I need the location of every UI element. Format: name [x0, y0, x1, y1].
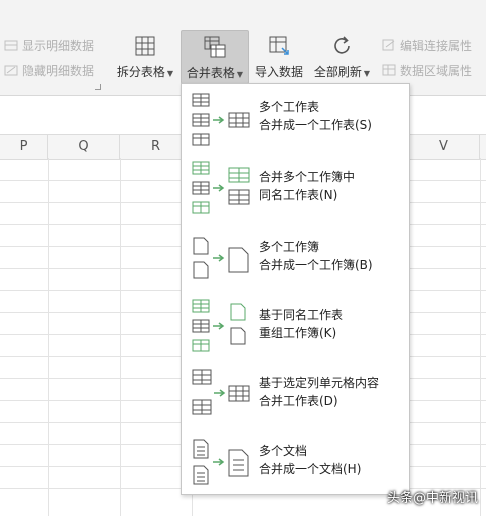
- range-property-button[interactable]: 数据区域属性: [382, 60, 472, 80]
- menu-item-line1: 基于同名工作表: [259, 308, 344, 322]
- split-table-icon: [135, 36, 155, 56]
- menu-item-line1: 多个文档: [259, 444, 308, 458]
- merge-by-column-icon: [192, 369, 250, 415]
- range-property-label: 数据区域属性: [400, 63, 473, 78]
- edit-connection-icon: [382, 39, 395, 51]
- import-data-button[interactable]: 导入数据: [251, 30, 307, 82]
- menu-item-line1: 多个工作簿: [259, 240, 320, 254]
- merge-table-button[interactable]: 合并表格 ▼: [181, 30, 249, 84]
- grid-line: [48, 158, 49, 516]
- menu-item-line2: 合并成一个文档(H): [259, 462, 362, 476]
- show-detail-icon: [4, 40, 18, 51]
- menu-item-line2: 同名工作表(N): [259, 188, 338, 202]
- refresh-all-label: 全部刷新: [313, 65, 362, 79]
- menu-item-merge-by-column[interactable]: 基于选定列单元格内容 合并工作表(D): [182, 360, 409, 426]
- import-data-label: 导入数据: [254, 65, 303, 79]
- import-data-icon: [269, 36, 289, 55]
- menu-item-line1: 多个工作表: [259, 100, 320, 114]
- menu-item-line1: 基于选定列单元格内容: [259, 376, 380, 390]
- chevron-down-icon: ▼: [166, 69, 174, 78]
- edit-connection-button[interactable]: 编辑连接属性: [382, 35, 472, 55]
- menu-item-merge-sheets[interactable]: 多个工作表 合并成一个工作表(S): [182, 86, 409, 152]
- merge-same-name-sheets-icon: [192, 161, 250, 214]
- range-property-icon: [382, 64, 396, 76]
- watermark: 头条@中新视讯: [386, 491, 478, 506]
- merge-sheets-icon: [192, 93, 250, 146]
- menu-item-regroup-workbooks[interactable]: 基于同名工作表 重组工作簿(K): [182, 292, 409, 358]
- menu-item-merge-documents[interactable]: 多个文档 合并成一个文档(H): [182, 428, 409, 494]
- merge-documents-icon: [193, 439, 249, 485]
- merge-table-dropdown: 多个工作表 合并成一个工作表(S) 合并多个工作簿中 同名工作表(N) 多个工作…: [181, 83, 410, 495]
- merge-table-icon: [204, 36, 226, 58]
- split-table-label: 拆分表格: [116, 65, 165, 79]
- menu-item-line2: 合并成一个工作表(S): [259, 118, 372, 132]
- column-header-v[interactable]: V: [408, 135, 480, 159]
- hide-detail-label: 隐藏明细数据: [22, 63, 95, 78]
- show-detail-button[interactable]: 显示明细数据: [4, 35, 94, 55]
- refresh-all-button[interactable]: 全部刷新 ▼: [311, 30, 373, 82]
- split-table-button[interactable]: 拆分表格 ▼: [112, 30, 178, 82]
- chevron-down-icon: ▼: [236, 70, 244, 79]
- edit-connection-label: 编辑连接属性: [400, 38, 473, 53]
- menu-item-line2: 合并工作表(D): [259, 394, 338, 408]
- hide-detail-button[interactable]: 隐藏明细数据: [4, 60, 94, 80]
- group-launcher-icon[interactable]: [95, 84, 101, 90]
- ribbon-toolbar: 显示明细数据 隐藏明细数据 拆分表格 ▼ 合并表格 ▼ 导入数据 全部刷新 ▼ 编辑连…: [0, 0, 486, 96]
- grid-line: [480, 158, 481, 516]
- menu-item-line2: 重组工作簿(K): [259, 326, 337, 340]
- menu-item-merge-same-name-sheets[interactable]: 合并多个工作簿中 同名工作表(N): [182, 154, 409, 220]
- menu-item-line1: 合并多个工作簿中: [259, 170, 356, 184]
- show-detail-label: 显示明细数据: [22, 38, 95, 53]
- column-header-p[interactable]: P: [0, 135, 48, 159]
- refresh-icon: [334, 36, 350, 54]
- merge-table-label: 合并表格: [186, 66, 235, 80]
- grid-line: [120, 158, 121, 516]
- menu-item-line2: 合并成一个工作簿(B): [259, 258, 373, 272]
- menu-item-merge-workbooks[interactable]: 多个工作簿 合并成一个工作簿(B): [182, 224, 409, 290]
- merge-workbooks-icon: [193, 237, 249, 279]
- regroup-workbooks-icon: [192, 299, 246, 352]
- chevron-down-icon: ▼: [363, 69, 371, 78]
- column-header-q[interactable]: Q: [48, 135, 120, 159]
- hide-detail-icon: [4, 65, 18, 76]
